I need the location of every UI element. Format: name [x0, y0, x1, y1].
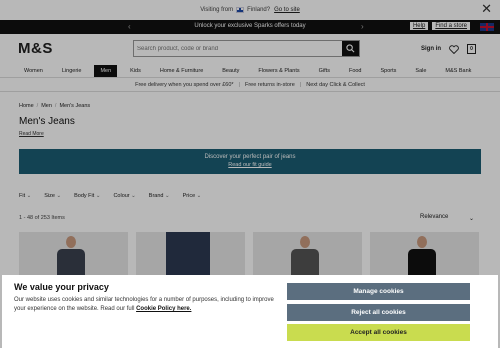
accept-all-cookies-button[interactable]: Accept all cookies: [287, 324, 470, 341]
cookie-policy-link[interactable]: Cookie Policy here.: [136, 306, 191, 312]
cookie-title: We value your privacy: [14, 282, 109, 292]
reject-all-cookies-button[interactable]: Reject all cookies: [287, 304, 470, 321]
cookie-banner: We value your privacy Our website uses c…: [2, 275, 498, 348]
manage-cookies-button[interactable]: Manage cookies: [287, 283, 470, 300]
cookie-text: Our website uses cookies and similar tec…: [14, 296, 276, 314]
